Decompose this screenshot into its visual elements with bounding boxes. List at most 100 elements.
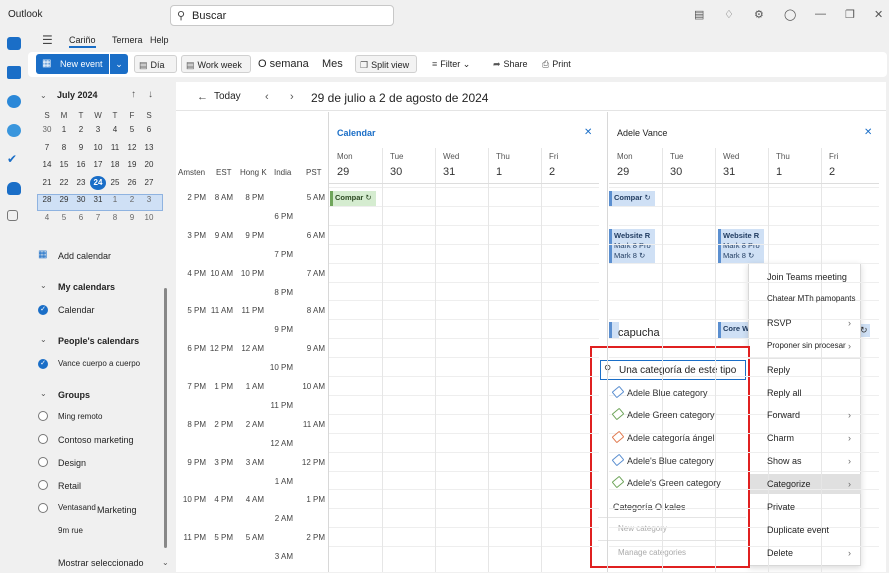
group-item[interactable]: Retail — [58, 481, 81, 491]
group-item[interactable]: Marketing — [97, 505, 137, 515]
mini-calendar-day[interactable]: 9 — [73, 141, 89, 155]
event-block[interactable]: Website R Mark 8 Pro Mark 8 ↻ — [718, 229, 764, 263]
sidebar-scrollbar[interactable] — [164, 288, 167, 548]
mini-calendar-day[interactable]: 17 — [90, 158, 106, 172]
new-event-button[interactable]: ▦ New event — [36, 54, 109, 74]
print-button[interactable]: ⎙ Print — [538, 55, 575, 73]
split-view-button[interactable]: ❐ Split view — [355, 55, 417, 73]
calendar-icon[interactable] — [7, 66, 21, 79]
context-menu-item[interactable]: Private — [767, 502, 795, 512]
search-box[interactable]: ⚲ Buscar — [170, 5, 394, 26]
mail-icon[interactable] — [7, 37, 21, 50]
mini-calendar-day[interactable]: 20 — [141, 158, 157, 172]
peoples-calendars-heading[interactable]: People's calendars — [58, 336, 139, 346]
mini-calendar-day[interactable]: 6 — [141, 123, 157, 137]
context-menu-item[interactable]: Reply — [767, 365, 790, 375]
context-menu-item[interactable]: Chatear MTh pamopants — [767, 294, 856, 303]
groups-icon[interactable] — [7, 124, 21, 137]
people-icon[interactable] — [7, 95, 21, 108]
new-category-item[interactable]: New category — [618, 524, 667, 533]
group-item[interactable]: Ventasand — [58, 503, 96, 512]
menu-tab-help[interactable]: Help — [150, 35, 169, 45]
menu-tab-view[interactable]: Ternera — [112, 35, 143, 45]
mini-calendar-day[interactable]: 23 — [73, 176, 89, 190]
day-number[interactable]: 2 — [549, 166, 555, 178]
group-item[interactable]: Contoso marketing — [58, 435, 134, 445]
chevron-down-icon[interactable]: ⌄ — [40, 335, 47, 344]
category-item[interactable]: Adele Green category — [611, 407, 715, 421]
mini-calendar-day[interactable]: 16 — [73, 158, 89, 172]
category-search-field[interactable]: ⚲ Una categoría de este tipo — [600, 360, 746, 380]
vance-calendar-item[interactable]: Vance cuerpo a cuerpo — [58, 359, 140, 368]
filter-button[interactable]: ≡ Filter ⌄ — [428, 55, 474, 73]
mini-calendar-day[interactable]: 6 — [73, 211, 89, 225]
day-number[interactable]: 31 — [723, 166, 735, 178]
mini-calendar-day[interactable]: 7 — [90, 211, 106, 225]
context-menu-item[interactable]: Proponer sin procesar — [767, 341, 846, 350]
context-menu-item[interactable]: Join Teams meeting — [767, 272, 847, 282]
category-item[interactable]: Adele's Blue category — [611, 453, 714, 467]
mini-calendar-day[interactable]: 4 — [39, 211, 55, 225]
context-menu-item[interactable]: Charm — [767, 433, 794, 443]
mini-calendar-day[interactable]: 15 — [56, 158, 72, 172]
new-event-dropdown[interactable]: ⌄ — [110, 54, 128, 74]
day-view-button[interactable]: ▤ Día — [134, 55, 177, 73]
mini-calendar-day[interactable]: 11 — [107, 141, 123, 155]
close-icon[interactable]: ✕ — [864, 127, 872, 138]
group-item[interactable]: 9m rue — [58, 526, 83, 535]
mini-calendar-day[interactable]: 8 — [107, 211, 123, 225]
group-item[interactable]: Design — [58, 458, 86, 468]
context-menu-item[interactable]: Reply all — [767, 388, 802, 398]
show-selected-item[interactable]: Mostrar seleccionado — [58, 558, 144, 568]
event-block[interactable]: Compar ↻ — [330, 191, 376, 207]
day-number[interactable]: 30 — [670, 166, 682, 178]
unchecked-circle-icon[interactable] — [38, 480, 48, 490]
share-button[interactable]: ➦ Share — [489, 55, 532, 73]
week-view-button[interactable]: O semana — [254, 55, 313, 73]
todo-icon[interactable]: ✔ — [7, 153, 21, 166]
mini-calendar-day[interactable]: 19 — [124, 158, 140, 172]
event-block[interactable]: Website R Mark 8 Pro Mark 8 ↻ — [609, 229, 655, 263]
context-menu-item[interactable]: RSVP — [767, 318, 792, 328]
bell-icon[interactable]: ♢ — [724, 8, 734, 21]
context-menu-item[interactable]: Show as — [767, 456, 802, 466]
mini-calendar-day[interactable]: 21 — [39, 176, 55, 190]
chevron-down-icon[interactable]: ⌄ — [40, 281, 47, 290]
mini-calendar-day[interactable]: 1 — [107, 193, 123, 207]
mini-calendar-day[interactable]: 2 — [73, 123, 89, 137]
day-number[interactable]: 29 — [617, 166, 629, 178]
arrow-up-icon[interactable]: ↑ — [131, 89, 136, 100]
category-item[interactable]: Adele categoría ángel — [611, 430, 715, 444]
chevron-down-icon[interactable]: ⌄ — [40, 91, 47, 100]
unchecked-circle-icon[interactable] — [38, 457, 48, 467]
mini-calendar-day[interactable]: 22 — [56, 176, 72, 190]
calendar-item[interactable]: Calendar — [58, 305, 95, 315]
group-item[interactable]: Ming remoto — [58, 412, 102, 421]
mini-calendar-day[interactable]: 5 — [56, 211, 72, 225]
event-block[interactable]: Compar ↻ — [609, 191, 655, 207]
gear-icon[interactable]: ⚙ — [754, 8, 764, 21]
today-button[interactable]: Today — [214, 91, 241, 102]
unchecked-circle-icon[interactable] — [38, 503, 48, 513]
category-other[interactable]: Categoría O kales — [613, 502, 686, 512]
mini-calendar-day[interactable]: 7 — [39, 141, 55, 155]
menu-tab-home[interactable]: Cariño — [69, 35, 96, 48]
day-number[interactable]: 30 — [390, 166, 402, 178]
event-block[interactable]: Core W — [718, 322, 748, 338]
mini-calendar-day[interactable]: 18 — [107, 158, 123, 172]
arrow-down-icon[interactable]: ↓ — [148, 89, 153, 100]
mini-calendar-day[interactable]: 29 — [56, 193, 72, 207]
mini-calendar-day[interactable]: 31 — [90, 193, 106, 207]
checked-icon[interactable]: ✓ — [38, 359, 48, 369]
month-view-button[interactable]: Mes — [318, 55, 347, 73]
day-number[interactable]: 1 — [496, 166, 502, 178]
onedrive-icon[interactable] — [7, 182, 21, 195]
category-item[interactable]: Adele Blue category — [611, 385, 708, 399]
mini-calendar-day[interactable]: 30 — [73, 193, 89, 207]
mini-calendar-day[interactable]: 12 — [124, 141, 140, 155]
chevron-down-icon[interactable]: ⌄ — [40, 389, 47, 398]
mini-calendar-day[interactable]: 14 — [39, 158, 55, 172]
my-calendars-heading[interactable]: My calendars — [58, 282, 115, 292]
hamburger-icon[interactable]: ☰ — [42, 33, 53, 47]
mini-calendar-day[interactable]: 3 — [141, 193, 157, 207]
